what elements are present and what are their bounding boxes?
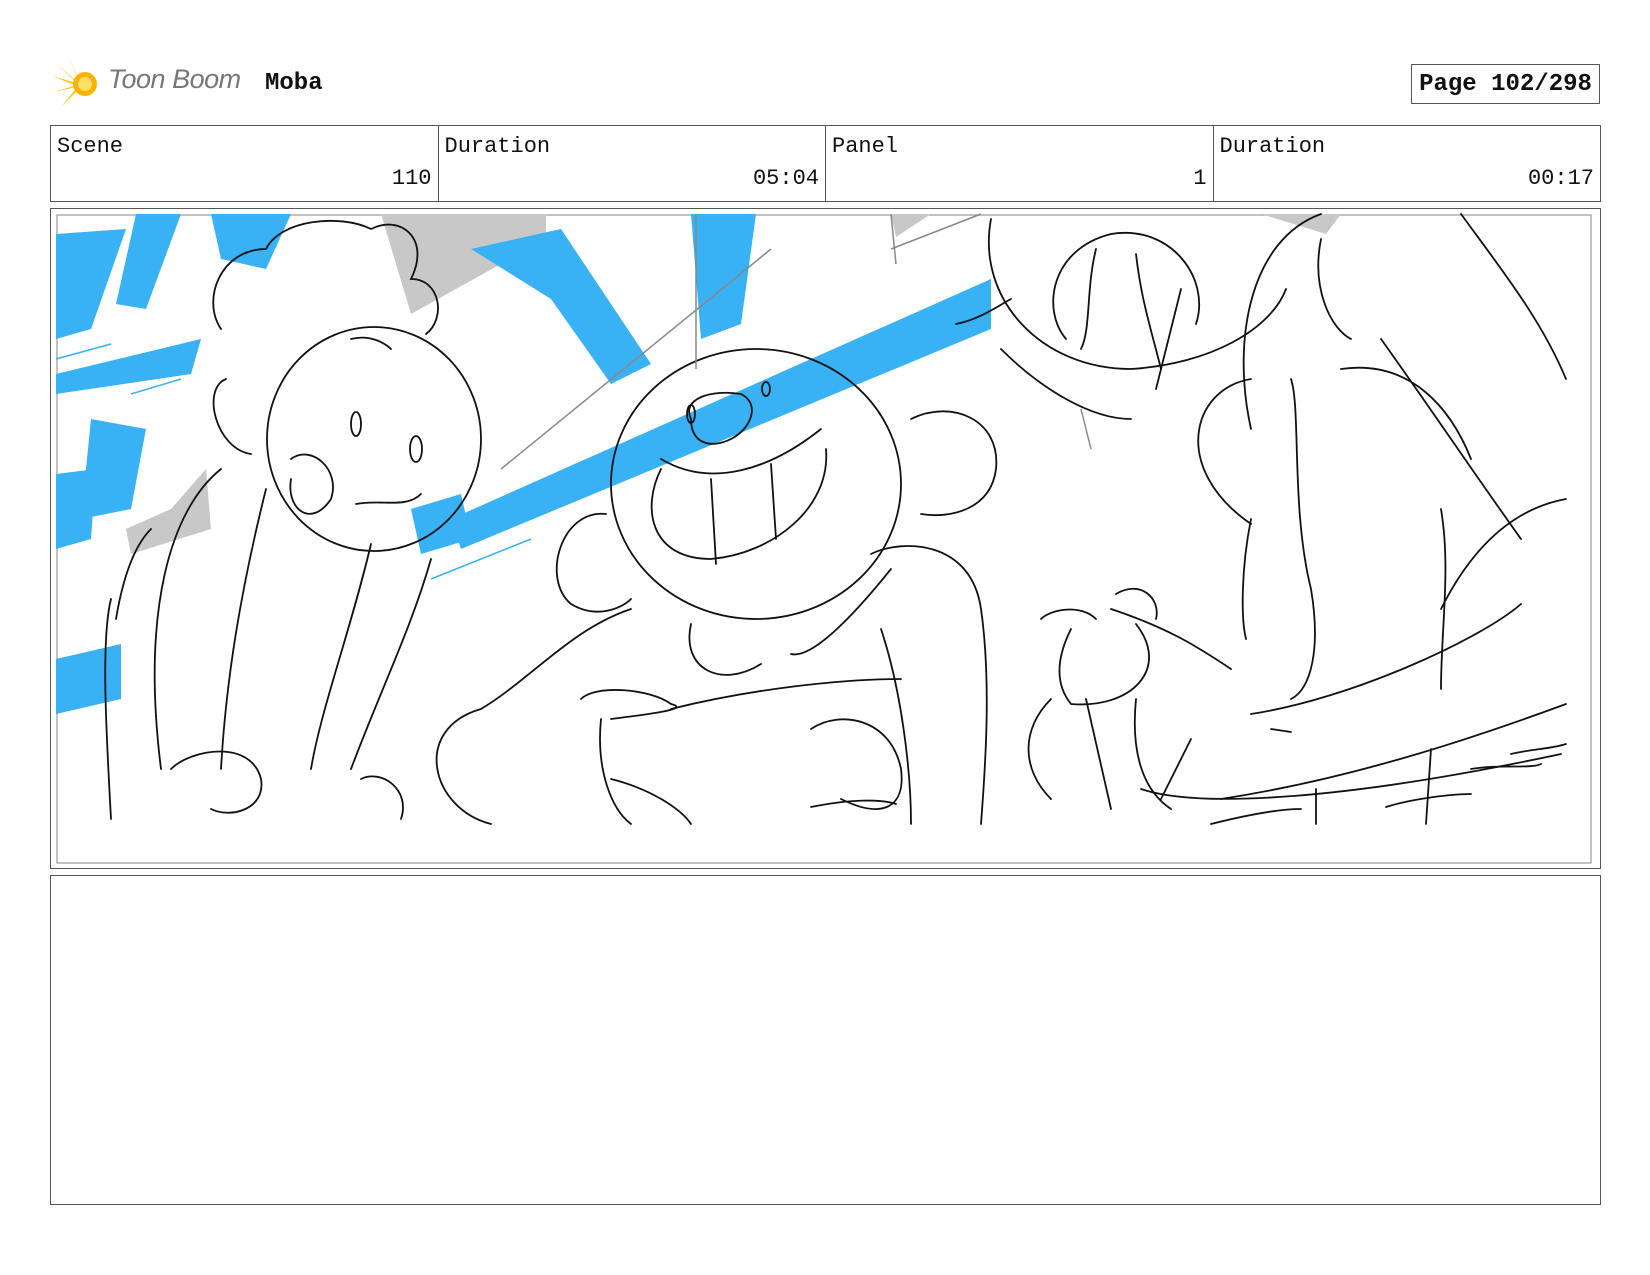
background-blue-graphic: [56, 214, 991, 714]
character-sketch-lines: [104, 213, 1567, 825]
scene-value: 110: [391, 166, 432, 191]
toon-boom-logo: Toon Boom: [52, 56, 252, 112]
scene-cell: Scene 110: [51, 126, 439, 201]
logo-text: Toon Boom: [108, 64, 241, 94]
panel-label: Panel: [832, 134, 899, 159]
project-title: Moba: [265, 70, 323, 97]
panel-duration-value: 00:17: [1527, 166, 1594, 191]
scene-label: Scene: [57, 134, 124, 159]
panel-cell: Panel 1: [826, 126, 1214, 201]
panel-value: 1: [1193, 166, 1207, 191]
starburst-icon: [52, 56, 97, 108]
storyboard-sketch: [55, 213, 1592, 864]
scene-duration-value: 05:04: [752, 166, 819, 191]
scene-duration-label: Duration: [444, 134, 551, 159]
page-indicator: Page 102/298: [1411, 64, 1600, 104]
panel-duration-cell: Duration 00:17: [1214, 126, 1601, 201]
panel-duration-label: Duration: [1219, 134, 1326, 159]
storyboard-frame: [50, 208, 1601, 869]
scene-duration-cell: Duration 05:04: [439, 126, 826, 201]
notes-area: [50, 875, 1601, 1205]
scene-info-table: Scene 110 Duration 05:04 Panel 1 Duratio…: [50, 125, 1601, 202]
